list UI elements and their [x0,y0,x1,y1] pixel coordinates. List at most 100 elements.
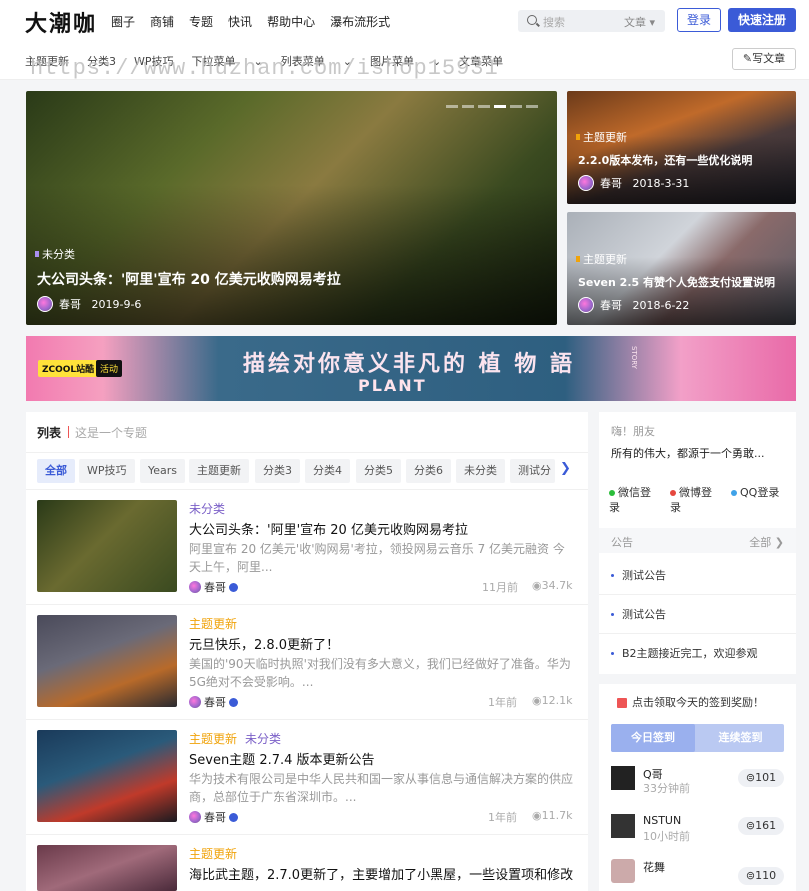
list-item-thumbnail[interactable] [37,500,177,592]
list-item-category[interactable]: 主题更新 [189,845,237,862]
slide-title[interactable]: 大公司头条：'阿里'宣布 20 亿美元收购网易考拉 [37,269,341,289]
slide-title[interactable]: Seven 2.5 有赞个人免签支付设置说明 [578,274,775,290]
list-item[interactable]: 主题更新 未分类 Seven主题 2.7.4 版本更新公告 华为技术有限公司是中华… [26,720,588,835]
subnav-article-menu[interactable]: 文章菜单 [459,53,503,69]
notice-item[interactable]: 测试公告 [611,567,666,583]
tab-uncategorized[interactable]: 未分类 [456,459,505,483]
nav-item-help[interactable]: 帮助中心 [267,13,315,30]
ad-banner[interactable]: ZCOOL站酷 活动 描绘对你意义非凡的 植 物 語 PLANT STORY [26,336,796,401]
slide-main[interactable]: 未分类 大公司头条：'阿里'宣布 20 亿美元收购网易考拉 春哥 2019-9-… [26,91,557,325]
user-name[interactable]: 花舞 [643,859,665,875]
slide-title[interactable]: 2.2.0版本发布，还有一些优化说明 [578,152,752,168]
list-item-time: 11月前 [482,581,518,594]
slider-dot[interactable] [510,105,522,108]
bullet-icon [611,651,614,655]
search-category-select[interactable]: 文章 ▾ [624,14,655,30]
subnav-image-menu[interactable]: 图片菜单 ⌄ [370,53,441,69]
slide-author[interactable]: 春哥 [600,175,622,191]
register-button[interactable]: 快速注册 [728,8,796,32]
user-name[interactable]: NSTUN [643,814,681,827]
sign-user-row[interactable]: NSTUN 10小时前 ⊜161 [611,814,791,850]
list-item-thumbnail[interactable] [37,845,177,891]
coin-icon: ⊜ [745,771,756,784]
tab-all[interactable]: 全部 [37,459,75,483]
search-input[interactable]: 搜索 [543,14,565,30]
list-item-thumbnail[interactable] [37,615,177,707]
nav-item-news[interactable]: 快讯 [228,13,252,30]
avatar[interactable] [611,766,635,790]
avatar[interactable] [611,859,635,883]
subnav-category3[interactable]: 分类3 [87,53,116,69]
tab-theme-update[interactable]: 主题更新 [189,459,249,483]
list-item[interactable]: 主题更新 海比武主题，2.7.0更新了，主要增加了小黑屋，一些设置项和修改 [26,835,588,891]
list-item-category[interactable]: 主题更新 [189,730,237,747]
list-item-category[interactable]: 未分类 [245,730,281,747]
nav-item-circle[interactable]: 圈子 [111,13,135,30]
slide-side-bottom[interactable]: 主题更新 Seven 2.5 有赞个人免签支付设置说明 春哥 2018-6-22 [567,212,796,325]
list-item[interactable]: 主题更新 元旦快乐，2.8.0更新了！ 美国的'90天临时执照'对我们没有多大意… [26,605,588,720]
tab-continuous-sign[interactable]: 连续签到 [697,724,784,752]
list-item-desc: 美国的'90天临时执照'对我们没有多大意义，我们已经做好了准备。华为5G绝对不会… [189,657,571,689]
list-item-desc: 华为技术有限公司是中华人民共和国一家从事信息与通信解决方案的供应商，总部位于广东… [189,772,574,804]
tab-category4[interactable]: 分类4 [305,459,350,483]
tab-test-category[interactable]: 测试分 [510,459,555,483]
list-item-author[interactable]: 春哥 [189,694,238,710]
qq-login[interactable]: QQ登录 [731,485,783,500]
slider-dot-active[interactable] [494,105,506,108]
list-item-category[interactable]: 主题更新 [189,615,237,632]
tab-category5[interactable]: 分类5 [356,459,401,483]
tab-category6[interactable]: 分类6 [406,459,451,483]
tab-wp-tips[interactable]: WP技巧 [79,459,135,483]
site-logo[interactable]: 大潮咖 [25,6,97,38]
list-item-thumbnail[interactable] [37,730,177,822]
notice-text: B2主题接近完工，欢迎参观 [622,647,758,660]
write-article-button[interactable]: ✎写文章 [732,48,796,70]
notice-item[interactable]: B2主题接近完工，欢迎参观 [611,645,758,661]
list-item-category[interactable]: 未分类 [189,500,225,517]
list-item-title[interactable]: 元旦快乐，2.8.0更新了！ [189,634,339,653]
weibo-login-label: 微博登录 [670,486,712,514]
notice-item[interactable]: 测试公告 [611,606,666,622]
nav-item-topics[interactable]: 专题 [189,13,213,30]
coin-icon: ⊜ [745,869,756,882]
weibo-login[interactable]: 微博登录 [670,485,722,515]
list-item-author[interactable]: 春哥 [189,579,238,595]
avatar[interactable] [611,814,635,838]
slider-dot[interactable] [478,105,490,108]
nav-item-waterfall[interactable]: 瀑布流形式 [330,13,390,30]
list-item-author[interactable]: 春哥 [189,809,238,825]
subnav-wp-tips[interactable]: WP技巧 [134,53,174,69]
sign-in-prompt[interactable]: 点击领取今天的签到奖励！ [617,694,764,710]
slider-dot[interactable] [526,105,538,108]
wechat-login[interactable]: 微信登录 [609,485,661,515]
sign-user-row[interactable]: 花舞 ⊜110 [611,859,791,891]
banner-brand: ZCOOL站酷 [38,360,99,377]
subnav-theme-update[interactable]: 主题更新 [25,53,69,69]
slide-meta: 春哥 2018-6-22 [578,297,689,313]
list-item-title[interactable]: 海比武主题，2.7.0更新了，主要增加了小黑屋，一些设置项和修改 [189,864,575,883]
verified-icon [229,812,238,822]
list-item[interactable]: 未分类 大公司头条：'阿里'宣布 20 亿美元收购网易考拉 阿里宣布 20 亿美… [26,490,588,605]
sign-user-row[interactable]: Q哥 33分钟前 ⊜101 [611,766,791,802]
chevron-right-icon[interactable]: ❯ [560,461,574,481]
nav-item-shop[interactable]: 商铺 [150,13,174,30]
slide-author[interactable]: 春哥 [600,297,622,313]
tab-years[interactable]: Years [140,459,186,483]
slide-side-top[interactable]: 主题更新 2.2.0版本发布，还有一些优化说明 春哥 2018-3-31 [567,91,796,204]
slide-author[interactable]: 春哥 [59,296,81,312]
eye-icon: ◉ [532,694,542,707]
subnav-dropdown[interactable]: 下拉菜单 ⌄ [192,53,263,69]
list-item-title[interactable]: 大公司头条：'阿里'宣布 20 亿美元收购网易考拉 [189,519,468,538]
list-item-time: 1年前 [488,811,517,824]
tab-today-sign[interactable]: 今日签到 [611,724,695,752]
notice-all-link[interactable]: 全部 ❯ [749,534,784,550]
subnav-list-menu[interactable]: 列表菜单 ⌄ [281,53,352,69]
tag-dot-icon [576,134,580,140]
login-button[interactable]: 登录 [677,8,721,32]
list-item-views: ◉11.7k [532,809,572,822]
tab-category3[interactable]: 分类3 [255,459,300,483]
slider-dot[interactable] [462,105,474,108]
search-box[interactable]: 搜索 文章 ▾ [518,10,665,32]
list-item-title[interactable]: Seven主题 2.7.4 版本更新公告 [189,749,375,768]
slider-dot[interactable] [446,105,458,108]
